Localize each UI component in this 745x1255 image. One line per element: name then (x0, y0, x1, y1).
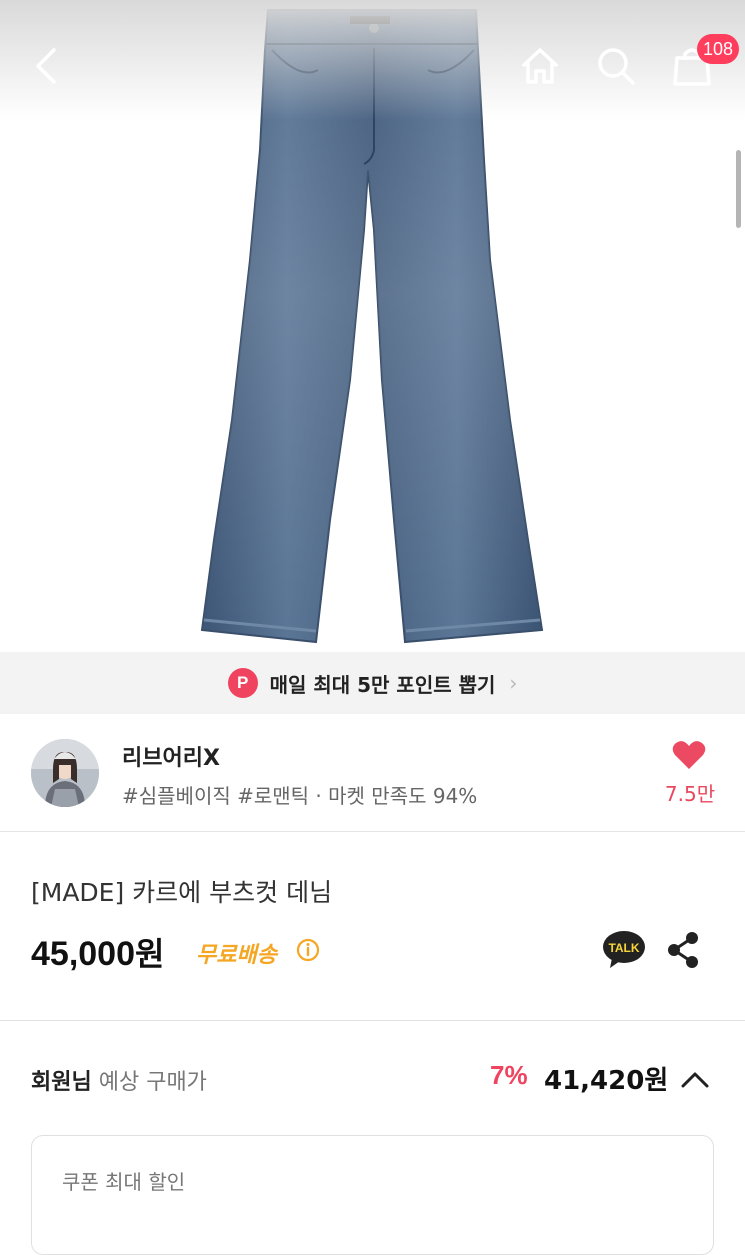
member-price-label: 회원님 예상 구매가 (31, 1064, 207, 1096)
back-arrow-icon (36, 48, 56, 84)
shop-name[interactable]: 리브어리X (122, 740, 220, 772)
chevron-up-icon (681, 1072, 709, 1088)
member-label-rest: 예상 구매가 (91, 1070, 207, 1095)
talk-label: TALK (608, 941, 639, 955)
member-label-strong: 회원님 (31, 1070, 92, 1095)
discount-rate: 7% (490, 1060, 528, 1090)
share-icon (668, 932, 698, 968)
search-icon (598, 48, 635, 85)
member-expected-price: 41,420원 (544, 1066, 669, 1096)
product-price: 45,000원 (31, 929, 164, 975)
shipping-info-button[interactable] (296, 938, 320, 966)
shop-tags: #심플베이직 #로맨틱 · 마켓 만족도 94% (122, 784, 478, 808)
home-button[interactable] (512, 38, 568, 94)
shop-avatar[interactable] (31, 739, 99, 807)
like-button[interactable] (672, 740, 706, 774)
back-button[interactable] (18, 38, 74, 94)
points-draw-banner[interactable]: P 매일 최대 5만 포인트 뽑기 › (0, 652, 745, 714)
free-shipping-label: 무료배송 (196, 943, 277, 968)
home-icon (522, 48, 558, 84)
points-banner-text: 매일 최대 5만 포인트 뽑기 (269, 672, 496, 697)
product-title: [MADE] 카르에 부츠컷 데님 (31, 878, 333, 907)
price-unit: 원 (135, 935, 165, 973)
product-image[interactable] (0, 0, 745, 652)
shop-info[interactable]: 리브어리X #심플베이직 #로맨틱 · 마켓 만족도 94% 7.5만 (0, 714, 745, 832)
avatar-image (31, 739, 99, 807)
like-count: 7.5만 (664, 782, 716, 806)
collapse-button[interactable] (678, 1064, 712, 1096)
heart-icon (672, 741, 706, 769)
points-icon: P (227, 668, 258, 698)
search-button[interactable] (588, 38, 644, 94)
kakao-talk-icon: TALK (603, 931, 645, 968)
image-scrollbar[interactable] (736, 150, 741, 228)
section-divider (0, 1020, 745, 1021)
chevron-right-icon: › (509, 671, 518, 695)
info-icon (296, 938, 320, 962)
kakao-talk-button[interactable]: TALK (602, 930, 646, 974)
share-button[interactable] (664, 930, 702, 974)
coupon-label: 쿠폰 최대 할인 (62, 1170, 186, 1194)
cart-count-badge: 108 (697, 34, 740, 64)
price-number: 45,000 (31, 935, 135, 973)
coupon-discount-box[interactable]: 쿠폰 최대 할인 (31, 1135, 714, 1255)
